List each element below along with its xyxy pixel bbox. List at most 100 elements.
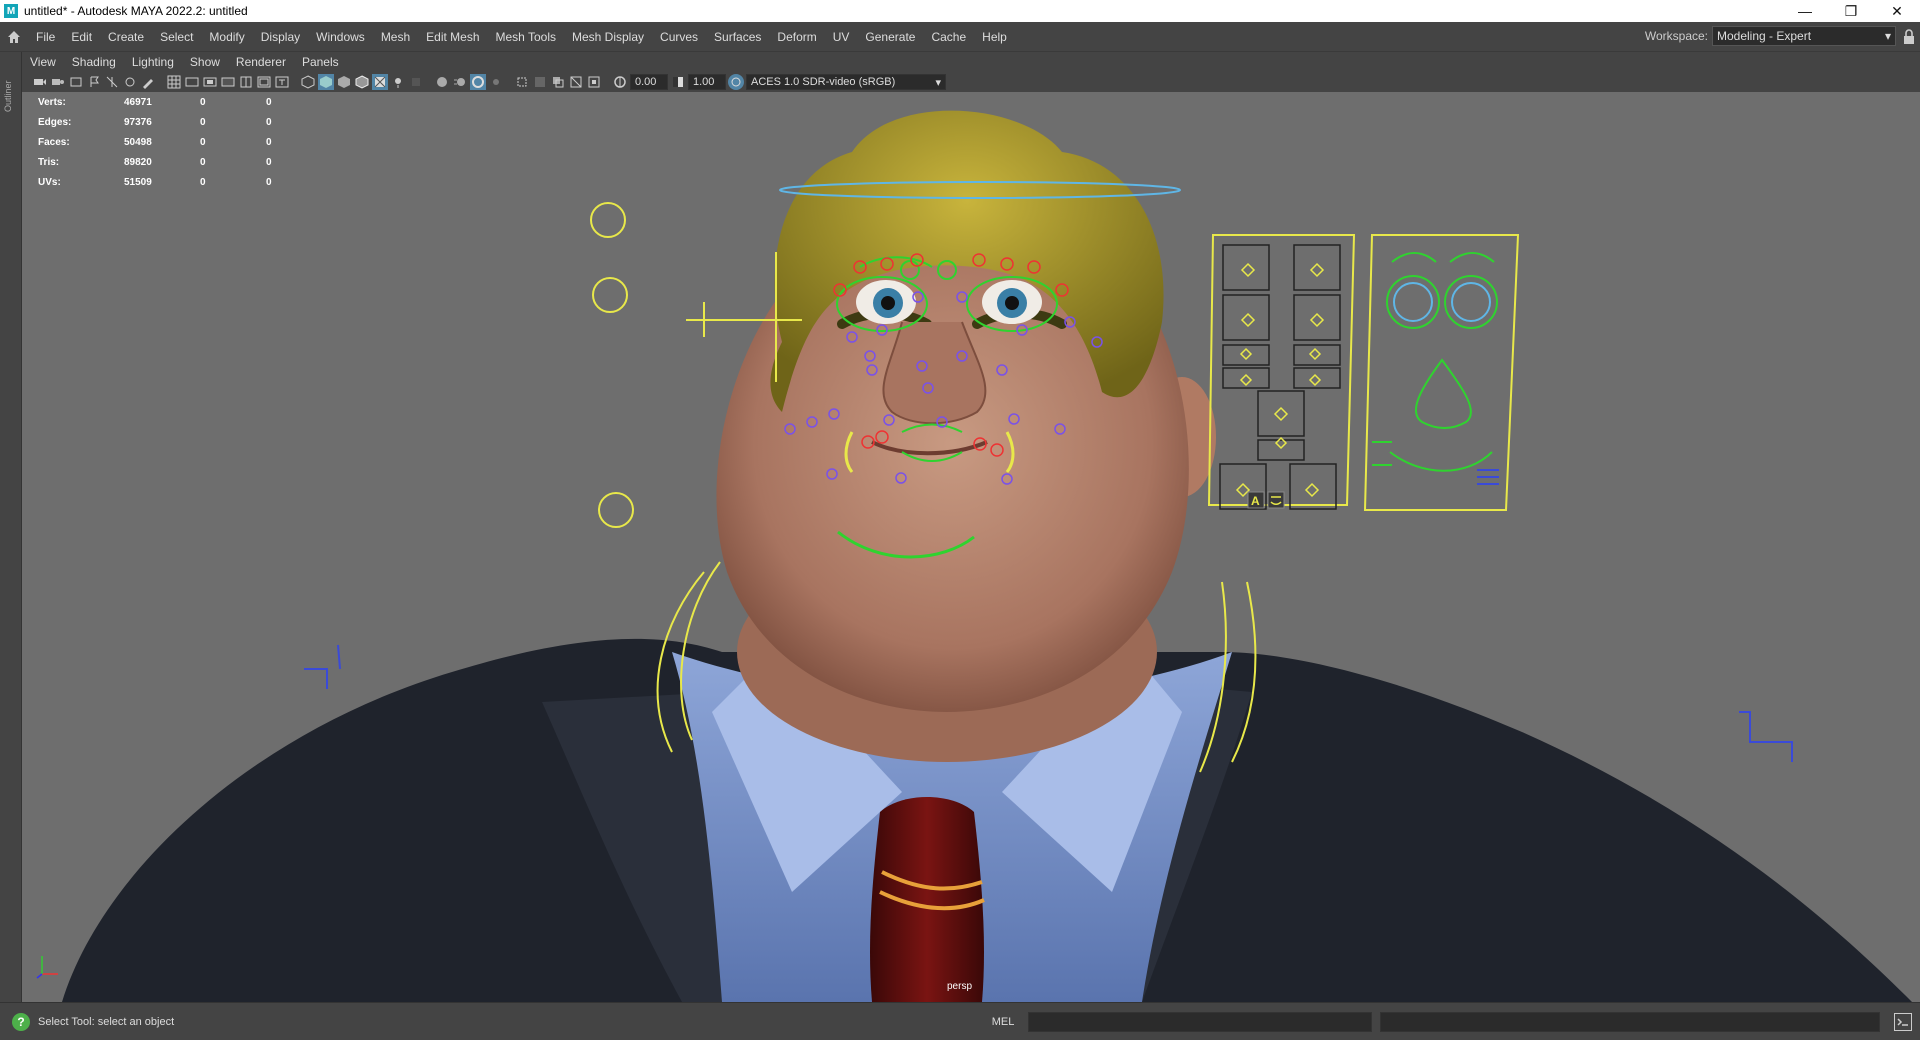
shadows-icon[interactable] [408,74,424,90]
gamma-icon[interactable] [670,74,686,90]
command-line-input[interactable] [1028,1011,1372,1032]
motion-blur-icon[interactable] [452,74,468,90]
hud-component: 0 [266,116,272,128]
hud-label: Edges: [38,116,72,128]
wireframe-icon[interactable] [300,74,316,90]
hud-component: 0 [266,176,272,188]
menu-create[interactable]: Create [100,22,152,52]
hud-selected: 0 [200,176,206,188]
bookmark-flag-icon[interactable] [86,74,102,90]
menu-curves[interactable]: Curves [652,22,706,52]
panel-menu-lighting[interactable]: Lighting [124,55,182,69]
panel-toolbar: 0.00 1.00 ACES 1.0 SDR-video (sRGB) ▾ [22,72,1920,92]
grid-icon[interactable] [166,74,182,90]
minimize-button[interactable]: — [1782,0,1828,22]
view-transform-value: ACES 1.0 SDR-video (sRGB) [751,76,896,88]
select-camera-icon[interactable] [32,74,48,90]
view-axis-icon [34,950,64,983]
face-ctrl-panel-right [1363,234,1520,511]
home-icon[interactable] [0,22,28,52]
hud-row-tris: Tris: 89820 0 0 [38,152,296,172]
lock-icon[interactable] [1902,29,1916,45]
menu-surfaces[interactable]: Surfaces [706,22,769,52]
image-plane-icon[interactable] [104,74,120,90]
menu-uv[interactable]: UV [825,22,858,52]
pupil-left [881,296,895,310]
screen-space-ao-icon[interactable] [434,74,450,90]
hud-row-edges: Edges: 97376 0 0 [38,112,296,132]
safe-title-icon[interactable] [274,74,290,90]
grease-pencil-icon[interactable] [140,74,156,90]
wireframe-on-shaded-icon[interactable] [354,74,370,90]
camera-attributes-icon[interactable] [50,74,66,90]
hud-row-uvs: UVs: 51509 0 0 [38,172,296,192]
view-transform-dropdown[interactable]: ACES 1.0 SDR-video (sRGB) ▾ [746,74,946,90]
camera-name-label: persp [947,981,973,992]
close-button[interactable]: ✕ [1874,0,1920,22]
poly-count-hud: Verts: 46971 0 0 Edges: 97376 0 0 Faces:… [38,92,296,192]
hud-selected: 0 [200,96,206,108]
menu-edit-mesh[interactable]: Edit Mesh [418,22,487,52]
persp-viewport[interactable]: A Verts: 46971 0 0 Edges: 97376 0 0 Face… [22,92,1920,1002]
color-management-icon[interactable] [728,74,744,90]
arm-ctrl-left [304,644,341,689]
panel-menu-panels[interactable]: Panels [294,55,347,69]
hud-row-verts: Verts: 46971 0 0 [38,92,296,112]
hud-label: Verts: [38,96,66,108]
exposure-field[interactable]: 0.00 [630,74,668,90]
panel-menu-view[interactable]: View [22,55,64,69]
smooth-shade-icon[interactable] [318,74,334,90]
gate-mask-icon[interactable] [220,74,236,90]
xray-joints-icon[interactable] [550,74,566,90]
panel-menu-renderer[interactable]: Renderer [228,55,294,69]
gamma-field[interactable]: 1.00 [688,74,726,90]
maya-app-icon: M [4,4,18,18]
hud-component: 0 [266,136,272,148]
menu-windows[interactable]: Windows [308,22,373,52]
backface-culling-icon[interactable] [586,74,602,90]
menu-edit[interactable]: Edit [63,22,100,52]
workspace-dropdown[interactable]: Modeling - Expert ▾ [1712,26,1896,46]
safe-action-icon[interactable] [256,74,272,90]
panel-menu-bar: View Shading Lighting Show Renderer Pane… [22,52,1920,72]
ctrl-circle-3 [598,492,634,528]
2d-pan-zoom-icon[interactable] [122,74,138,90]
depth-of-field-icon[interactable] [488,74,504,90]
workspace-value: Modeling - Expert [1717,29,1812,43]
menu-help[interactable]: Help [974,22,1015,52]
resolution-gate-icon[interactable] [202,74,218,90]
panel-menu-shading[interactable]: Shading [64,55,124,69]
menu-display[interactable]: Display [253,22,308,52]
hud-component: 0 [266,156,272,168]
menu-mesh-tools[interactable]: Mesh Tools [488,22,564,52]
script-language-toggle[interactable]: MEL [978,1016,1028,1028]
hud-selected: 0 [200,136,206,148]
exposure-icon[interactable] [612,74,628,90]
menu-file[interactable]: File [28,22,63,52]
xray-components-icon[interactable] [568,74,584,90]
isolate-select-icon[interactable] [514,74,530,90]
panel-menu-show[interactable]: Show [182,55,228,69]
outliner-toggle-strip[interactable]: Outliner [0,52,22,1002]
menu-mesh-display[interactable]: Mesh Display [564,22,652,52]
restore-button[interactable]: ❐ [1828,0,1874,22]
xray-icon[interactable] [532,74,548,90]
anti-aliasing-icon[interactable] [470,74,486,90]
menu-modify[interactable]: Modify [201,22,252,52]
hud-component: 0 [266,96,272,108]
bookmark-icon[interactable] [68,74,84,90]
menu-generate[interactable]: Generate [857,22,923,52]
menu-select[interactable]: Select [152,22,201,52]
default-material-icon[interactable] [336,74,352,90]
viewport-scene: A [62,110,1912,1002]
menu-deform[interactable]: Deform [769,22,824,52]
use-all-lights-icon[interactable] [390,74,406,90]
face-panel-a-label: A [1251,494,1260,508]
field-chart-icon[interactable] [238,74,254,90]
film-gate-icon[interactable] [184,74,200,90]
menu-cache[interactable]: Cache [923,22,974,52]
script-editor-icon[interactable] [1894,1012,1912,1031]
menu-mesh[interactable]: Mesh [373,22,418,52]
textured-icon[interactable] [372,74,388,90]
window-title: untitled* - Autodesk MAYA 2022.2: untitl… [24,4,248,18]
